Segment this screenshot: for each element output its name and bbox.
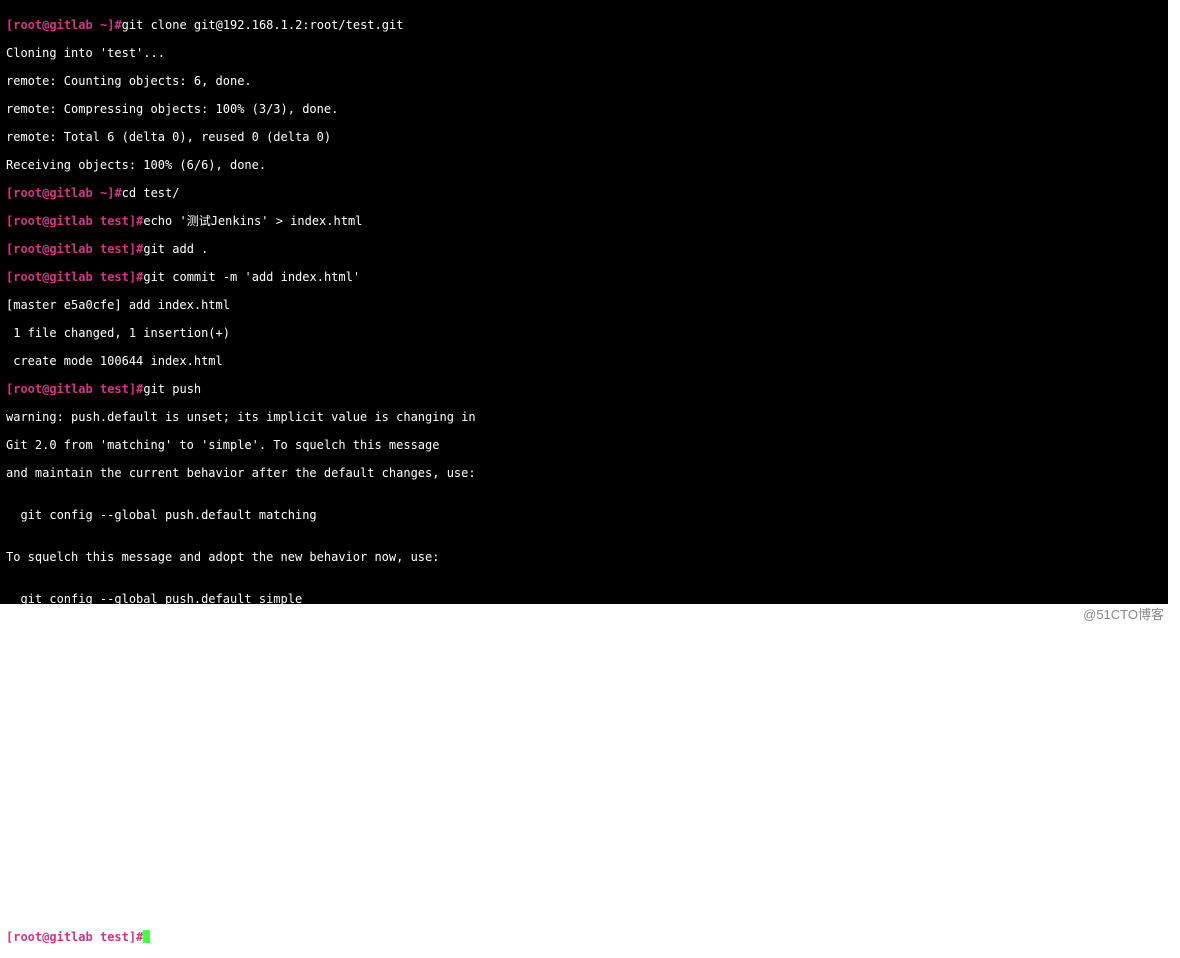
prompt: [root@gitlab ~]# xyxy=(6,186,122,200)
terminal-output: Writing objects: 100% (3/3), 318 bytes |… xyxy=(6,816,1162,830)
watermark-label: @51CTO博客 xyxy=(1083,608,1164,622)
terminal-line: [root@gitlab test]#git add . xyxy=(6,242,1162,256)
terminal-output: 1 file changed, 1 insertion(+) xyxy=(6,326,1162,340)
terminal-line: [root@gitlab test]#git push xyxy=(6,382,1162,396)
terminal-output: warning: push.default is unset; its impl… xyxy=(6,410,1162,424)
terminal-line: [root@gitlab test]#git commit -m 'add in… xyxy=(6,270,1162,284)
terminal-output: and maintain the current behavior after … xyxy=(6,466,1162,480)
prompt: [root@gitlab test]# xyxy=(6,270,143,284)
terminal-line: [root@gitlab ~]#cd test/ xyxy=(6,186,1162,200)
terminal-output: remote: Counting objects: 6, done. xyxy=(6,74,1162,88)
terminal-output: Git 2.0 from 'matching' to 'simple'. To … xyxy=(6,438,1162,452)
command: git add . xyxy=(143,242,208,256)
terminal-output: See 'git help config' and search for 'pu… xyxy=(6,634,1162,648)
prompt: [root@gitlab test]# xyxy=(6,382,143,396)
terminal-output: remote: Compressing objects: 100% (3/3),… xyxy=(6,102,1162,116)
prompt: [root@gitlab test]# xyxy=(6,930,143,944)
command: git commit -m 'add index.html' xyxy=(143,270,360,284)
terminal-output: To squelch this message and adopt the ne… xyxy=(6,550,1162,564)
cursor-icon xyxy=(143,930,150,943)
terminal-output: a12fa48..e5a0cfe master -> master xyxy=(6,900,1162,914)
terminal-output: create mode 100644 index.html xyxy=(6,354,1162,368)
command: git clone git@192.168.1.2:root/test.git xyxy=(122,18,404,32)
terminal-output: (the 'simple' mode was introduced in Git… xyxy=(6,662,1162,676)
terminal-output: Total 3 (delta 0), reused 0 (delta 0) xyxy=(6,844,1162,858)
terminal-output: To git@192.168.1.2:root/test.git xyxy=(6,872,1162,886)
terminal-output: 'current' instead of 'simple' if you som… xyxy=(6,690,1162,704)
prompt: [root@gitlab test]# xyxy=(6,242,143,256)
command: git push xyxy=(143,382,201,396)
terminal-line: [root@gitlab test]#echo '测试Jenkins' > in… xyxy=(6,214,1162,228)
terminal-output: git config --global push.default matchin… xyxy=(6,508,1162,522)
terminal-line: [root@gitlab ~]#git clone git@192.168.1.… xyxy=(6,18,1162,32)
terminal-output: Delta compression using up to 4 threads. xyxy=(6,760,1162,774)
prompt: [root@gitlab test]# xyxy=(6,214,143,228)
command: echo '测试Jenkins' > index.html xyxy=(143,214,362,228)
terminal-output: [master e5a0cfe] add index.html xyxy=(6,298,1162,312)
prompt: [root@gitlab ~]# xyxy=(6,18,122,32)
terminal-output: remote: Total 6 (delta 0), reused 0 (del… xyxy=(6,130,1162,144)
terminal-output: Cloning into 'test'... xyxy=(6,46,1162,60)
terminal-output: Counting objects: 4, done. xyxy=(6,732,1162,746)
terminal-line: [root@gitlab test]# xyxy=(6,928,1162,944)
terminal-window[interactable]: [root@gitlab ~]#git clone git@192.168.1.… xyxy=(0,0,1168,604)
command: cd test/ xyxy=(122,186,180,200)
terminal-output: Receiving objects: 100% (6/6), done. xyxy=(6,158,1162,172)
terminal-output: Compressing objects: 100% (2/2), done. xyxy=(6,788,1162,802)
terminal-output: git config --global push.default simple xyxy=(6,592,1162,606)
